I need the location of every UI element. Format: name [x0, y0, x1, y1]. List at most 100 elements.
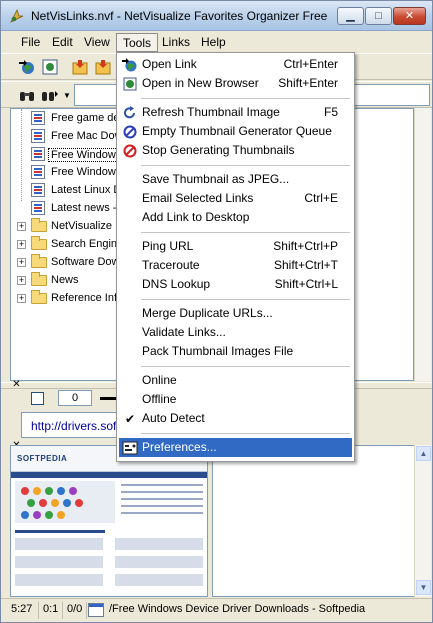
menu-item-label: Offline [142, 392, 177, 406]
thumbnail-dot [21, 511, 29, 519]
dropdown-arrow-icon[interactable]: ▼ [63, 91, 71, 100]
menu-item-label: Traceroute [142, 258, 200, 272]
tree-item-label: Reference Info [51, 292, 124, 304]
secondary-preview[interactable] [212, 445, 415, 597]
thumbnail-dot [63, 499, 71, 507]
menu-item-label: Email Selected Links [142, 191, 254, 205]
tree-item-label: News [51, 274, 79, 286]
link-page-icon [31, 129, 45, 143]
menu-save-thumbnail[interactable]: Save Thumbnail as JPEG... [119, 170, 352, 189]
menu-ping-url[interactable]: Ping URL Shift+Ctrl+P [119, 237, 352, 256]
find-next-icon[interactable] [41, 86, 59, 104]
tree-item-label: NetVisualize [51, 220, 112, 232]
title-bar[interactable]: NetVisLinks.nvf - NetVisualize Favorites… [1, 1, 432, 31]
preview-scrollbar[interactable]: ▲ ▼ [414, 445, 431, 597]
menu-open-link[interactable]: Open Link Ctrl+Enter [119, 55, 352, 74]
menu-bar: File Edit View Tools Links Help [1, 31, 432, 53]
close-button[interactable]: ✕ [393, 7, 426, 25]
menu-separator [141, 433, 350, 434]
binoculars-icon[interactable] [18, 86, 36, 104]
menu-validate-links[interactable]: Validate Links... [119, 323, 352, 342]
thumbnail-preview[interactable]: SOFTPEDIA [10, 445, 208, 597]
menu-add-to-desktop[interactable]: Add Link to Desktop [119, 208, 352, 227]
menu-item-label: Open Link [142, 57, 197, 71]
menu-file[interactable]: File [15, 33, 46, 52]
menu-item-shortcut: Shift+Ctrl+L [274, 277, 338, 291]
menu-separator [141, 165, 350, 166]
minimize-button[interactable]: ▁ [337, 7, 364, 25]
menu-merge-duplicates[interactable]: Merge Duplicate URLs... [119, 304, 352, 323]
menu-item-shortcut: Shift+Enter [278, 76, 338, 90]
thumbnail-block [15, 574, 103, 586]
tree-item-label: Search Engin [51, 238, 118, 250]
expand-icon[interactable]: + [17, 294, 26, 303]
link-page-icon [31, 183, 45, 197]
menu-links[interactable]: Links [156, 33, 196, 52]
thumbnail-dot [57, 511, 65, 519]
expand-icon[interactable]: + [17, 222, 26, 231]
menu-tools[interactable]: Tools [116, 33, 159, 52]
menu-empty-queue[interactable]: Empty Thumbnail Generator Queue [119, 122, 352, 141]
thumbnail-view-icon[interactable] [41, 58, 59, 76]
open-link-icon[interactable] [18, 58, 36, 76]
menu-item-shortcut: Shift+Ctrl+P [273, 239, 338, 253]
thumbnail-block [115, 574, 203, 586]
thumbnail-dot [57, 487, 65, 495]
menu-open-in-new-browser[interactable]: Open in New Browser Shift+Enter [119, 74, 352, 93]
thumbnail-dot [45, 487, 53, 495]
menu-preferences[interactable]: Preferences... [119, 438, 352, 457]
menu-auto-detect[interactable]: ✔ Auto Detect [119, 409, 352, 428]
menu-traceroute[interactable]: Traceroute Shift+Ctrl+T [119, 256, 352, 275]
expand-icon[interactable]: + [17, 258, 26, 267]
menu-edit[interactable]: Edit [46, 33, 79, 52]
number-field[interactable]: 0 [58, 390, 92, 406]
menu-help[interactable]: Help [195, 33, 232, 52]
thumbnail-dot [51, 499, 59, 507]
menu-item-label: Online [142, 373, 177, 387]
add-folder-icon[interactable] [71, 58, 89, 76]
no-entry-red-icon [123, 144, 137, 158]
menu-dns-lookup[interactable]: DNS Lookup Shift+Ctrl+L [119, 275, 352, 294]
menu-item-label: Empty Thumbnail Generator Queue [142, 124, 332, 138]
menu-separator [141, 366, 350, 367]
thumbnail-dot [39, 499, 47, 507]
tree-item-label: Free Windows [48, 148, 125, 162]
folder-icon [31, 290, 47, 304]
globe-arrow-icon [122, 58, 137, 72]
globe-new-icon [123, 77, 137, 91]
app-window: NetVisLinks.nvf - NetVisualize Favorites… [0, 0, 433, 623]
tools-menu: Open Link Ctrl+Enter Open in New Browser… [116, 52, 355, 462]
menu-separator [141, 232, 350, 233]
thumbnail-dot [33, 487, 41, 495]
maximize-button[interactable]: □ [365, 7, 392, 25]
folder-icon [31, 272, 47, 286]
status-ratio-1: 0:1 [41, 602, 63, 619]
menu-item-label: Preferences... [142, 440, 217, 454]
link-page-icon [31, 147, 45, 161]
thumbnail-banner [15, 481, 115, 523]
menu-item-label: Ping URL [142, 239, 194, 253]
menu-stop-generating[interactable]: Stop Generating Thumbnails [119, 141, 352, 160]
preferences-icon [122, 441, 138, 455]
expand-icon[interactable]: + [17, 240, 26, 249]
add-link-icon[interactable] [94, 58, 112, 76]
menu-refresh-thumbnail[interactable]: Refresh Thumbnail Image F5 [119, 103, 352, 122]
menu-pack-thumbnails[interactable]: Pack Thumbnail Images File [119, 342, 352, 361]
thumbnail-block [115, 556, 203, 568]
thumbnail-block [15, 538, 103, 550]
scroll-up-icon[interactable]: ▲ [416, 446, 431, 461]
scroll-down-icon[interactable]: ▼ [416, 580, 431, 595]
tree-scrollbar[interactable] [414, 108, 431, 381]
thumbnail-checkbox[interactable] [31, 392, 44, 405]
menu-online[interactable]: Online [119, 371, 352, 390]
expand-icon[interactable]: + [17, 276, 26, 285]
link-page-icon [31, 201, 45, 215]
thumbnail-dot [75, 499, 83, 507]
menu-offline[interactable]: Offline [119, 390, 352, 409]
menu-separator [141, 299, 350, 300]
status-ratio-2: 0/0 [65, 602, 87, 619]
menu-item-label: Open in New Browser [142, 76, 259, 90]
menu-email-links[interactable]: Email Selected Links Ctrl+E [119, 189, 352, 208]
menu-view[interactable]: View [78, 33, 116, 52]
menu-item-shortcut: Ctrl+Enter [283, 57, 338, 71]
